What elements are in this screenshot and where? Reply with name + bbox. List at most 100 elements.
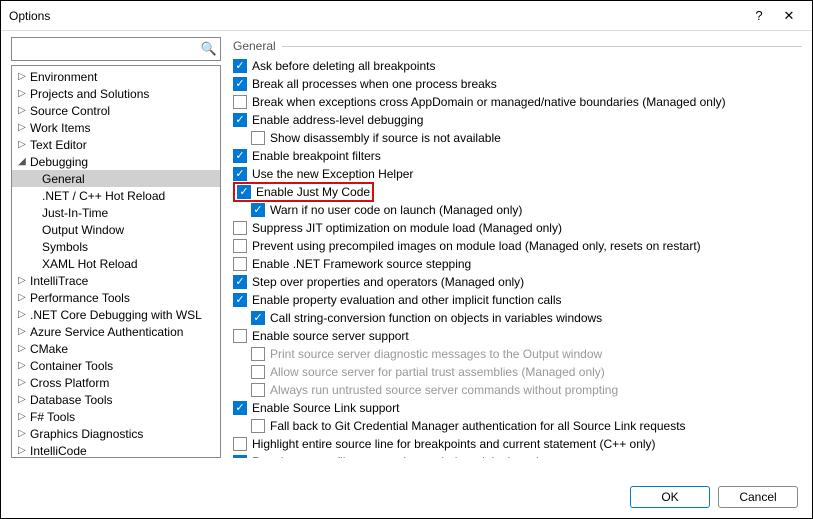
expander-icon[interactable]: ▷ bbox=[16, 292, 28, 303]
expander-icon[interactable]: ▷ bbox=[16, 105, 28, 116]
checkbox[interactable]: ✓ bbox=[233, 293, 247, 307]
tree-item[interactable]: ▷Azure Service Authentication bbox=[12, 323, 220, 340]
tree-item[interactable]: ▷Cross Platform bbox=[12, 374, 220, 391]
expander-icon[interactable]: ▷ bbox=[16, 71, 28, 82]
tree-item[interactable]: XAML Hot Reload bbox=[12, 255, 220, 272]
tree-item-label: Azure Service Authentication bbox=[28, 325, 183, 339]
tree-item[interactable]: .NET / C++ Hot Reload bbox=[12, 187, 220, 204]
option-label: Step over properties and operators (Mana… bbox=[252, 275, 524, 289]
settings-list[interactable]: ✓Ask before deleting all breakpoints✓Bre… bbox=[233, 57, 802, 458]
checkbox[interactable]: ✓ bbox=[233, 149, 247, 163]
tree-item[interactable]: ▷Work Items bbox=[12, 119, 220, 136]
tree-item[interactable]: ▷CMake bbox=[12, 340, 220, 357]
highlight-box: ✓Enable Just My Code bbox=[233, 182, 374, 202]
option-row: Highlight entire source line for breakpo… bbox=[233, 435, 800, 453]
expander-icon[interactable]: ▷ bbox=[16, 360, 28, 371]
checkbox[interactable]: ✓ bbox=[233, 401, 247, 415]
option-label: Allow source server for partial trust as… bbox=[270, 365, 605, 379]
checkbox[interactable] bbox=[251, 131, 265, 145]
cancel-button[interactable]: Cancel bbox=[718, 486, 798, 508]
checkbox[interactable]: ✓ bbox=[251, 311, 265, 325]
checkbox[interactable]: ✓ bbox=[233, 275, 247, 289]
tree-item-label: Cross Platform bbox=[28, 376, 109, 390]
checkbox[interactable]: ✓ bbox=[251, 203, 265, 217]
option-row: ✓ Require source files to exactly match t… bbox=[233, 453, 800, 458]
tree-item[interactable]: ▷Environment bbox=[12, 68, 220, 85]
expander-icon[interactable]: ▷ bbox=[16, 326, 28, 337]
checkbox[interactable] bbox=[251, 419, 265, 433]
option-label: Use the new Exception Helper bbox=[252, 167, 413, 181]
expander-icon[interactable]: ▷ bbox=[16, 309, 28, 320]
tree-item[interactable]: ▷Text Editor bbox=[12, 136, 220, 153]
tree-item[interactable]: ▷Performance Tools bbox=[12, 289, 220, 306]
expander-icon[interactable]: ▷ bbox=[16, 445, 28, 456]
group-header: General bbox=[233, 37, 802, 55]
checkbox[interactable]: ✓ bbox=[233, 167, 247, 181]
checkbox[interactable] bbox=[233, 221, 247, 235]
checkbox bbox=[251, 383, 265, 397]
checkbox[interactable]: ✓ bbox=[233, 77, 247, 91]
checkbox[interactable] bbox=[233, 257, 247, 271]
search-input[interactable] bbox=[12, 40, 198, 58]
option-row: ✓Break all processes when one process br… bbox=[233, 75, 800, 93]
option-row: ✓ Step over properties and operators (Man… bbox=[233, 273, 800, 291]
option-label: Enable address-level debugging bbox=[252, 113, 423, 127]
tree-item[interactable]: ▷.NET Core Debugging with WSL bbox=[12, 306, 220, 323]
option-row: ✓Ask before deleting all breakpoints bbox=[233, 57, 800, 75]
tree-item[interactable]: Output Window bbox=[12, 221, 220, 238]
option-row: Break when exceptions cross AppDomain or… bbox=[233, 93, 800, 111]
option-label: Enable .NET Framework source stepping bbox=[252, 257, 471, 271]
group-label: General bbox=[233, 39, 282, 53]
tree-item[interactable]: ▷Database Tools bbox=[12, 391, 220, 408]
search-icon: 🔍 bbox=[198, 41, 220, 57]
tree-item-label: Text Editor bbox=[28, 138, 87, 152]
checkbox[interactable]: ✓ bbox=[237, 185, 251, 199]
checkbox[interactable]: ✓ bbox=[233, 455, 247, 458]
tree-item-label: XAML Hot Reload bbox=[40, 257, 138, 271]
expander-icon[interactable]: ▷ bbox=[16, 377, 28, 388]
tree-item[interactable]: Just-In-Time bbox=[12, 204, 220, 221]
ok-button[interactable]: OK bbox=[630, 486, 710, 508]
tree-item[interactable]: ▷Container Tools bbox=[12, 357, 220, 374]
option-row: ✓ Call string-conversion function on obje… bbox=[233, 309, 800, 327]
tree-item[interactable]: General bbox=[12, 170, 220, 187]
checkbox[interactable] bbox=[233, 437, 247, 451]
expander-icon[interactable]: ▷ bbox=[16, 394, 28, 405]
expander-icon[interactable]: ▷ bbox=[16, 428, 28, 439]
option-label: Require source files to exactly match th… bbox=[252, 455, 552, 458]
tree-item-label: Container Tools bbox=[28, 359, 113, 373]
tree-item[interactable]: ▷F# Tools bbox=[12, 408, 220, 425]
tree-item[interactable]: ▷Projects and Solutions bbox=[12, 85, 220, 102]
expander-icon[interactable]: ▷ bbox=[16, 275, 28, 286]
tree-item[interactable]: ▷IntelliCode bbox=[12, 442, 220, 458]
expander-icon[interactable]: ▷ bbox=[16, 139, 28, 150]
tree-item-label: .NET Core Debugging with WSL bbox=[28, 308, 202, 322]
tree-item[interactable]: ▷IntelliTrace bbox=[12, 272, 220, 289]
tree-item-label: Work Items bbox=[28, 121, 90, 135]
checkbox[interactable] bbox=[233, 329, 247, 343]
search-box[interactable]: 🔍 bbox=[11, 37, 221, 61]
category-tree[interactable]: ▷Environment▷Projects and Solutions▷Sour… bbox=[11, 65, 221, 458]
expander-icon[interactable]: ◢ bbox=[16, 156, 28, 167]
tree-item-label: .NET / C++ Hot Reload bbox=[40, 189, 165, 203]
tree-item[interactable]: ▷Source Control bbox=[12, 102, 220, 119]
option-label: Fall back to Git Credential Manager auth… bbox=[270, 419, 686, 433]
expander-icon[interactable]: ▷ bbox=[16, 411, 28, 422]
tree-item[interactable]: Symbols bbox=[12, 238, 220, 255]
tree-item-label: F# Tools bbox=[28, 410, 75, 424]
checkbox[interactable] bbox=[233, 95, 247, 109]
tree-item-label: Debugging bbox=[28, 155, 88, 169]
help-button[interactable]: ? bbox=[744, 8, 774, 23]
tree-item[interactable]: ◢Debugging bbox=[12, 153, 220, 170]
expander-icon[interactable]: ▷ bbox=[16, 122, 28, 133]
checkbox[interactable] bbox=[233, 239, 247, 253]
checkbox[interactable]: ✓ bbox=[233, 113, 247, 127]
option-row: ✓Enable Just My Code bbox=[233, 183, 800, 201]
option-label: Call string-conversion function on objec… bbox=[270, 311, 602, 325]
close-button[interactable]: ✕ bbox=[774, 8, 804, 24]
expander-icon[interactable]: ▷ bbox=[16, 88, 28, 99]
expander-icon[interactable]: ▷ bbox=[16, 343, 28, 354]
checkbox[interactable]: ✓ bbox=[233, 59, 247, 73]
tree-item-label: Environment bbox=[28, 70, 97, 84]
tree-item[interactable]: ▷Graphics Diagnostics bbox=[12, 425, 220, 442]
